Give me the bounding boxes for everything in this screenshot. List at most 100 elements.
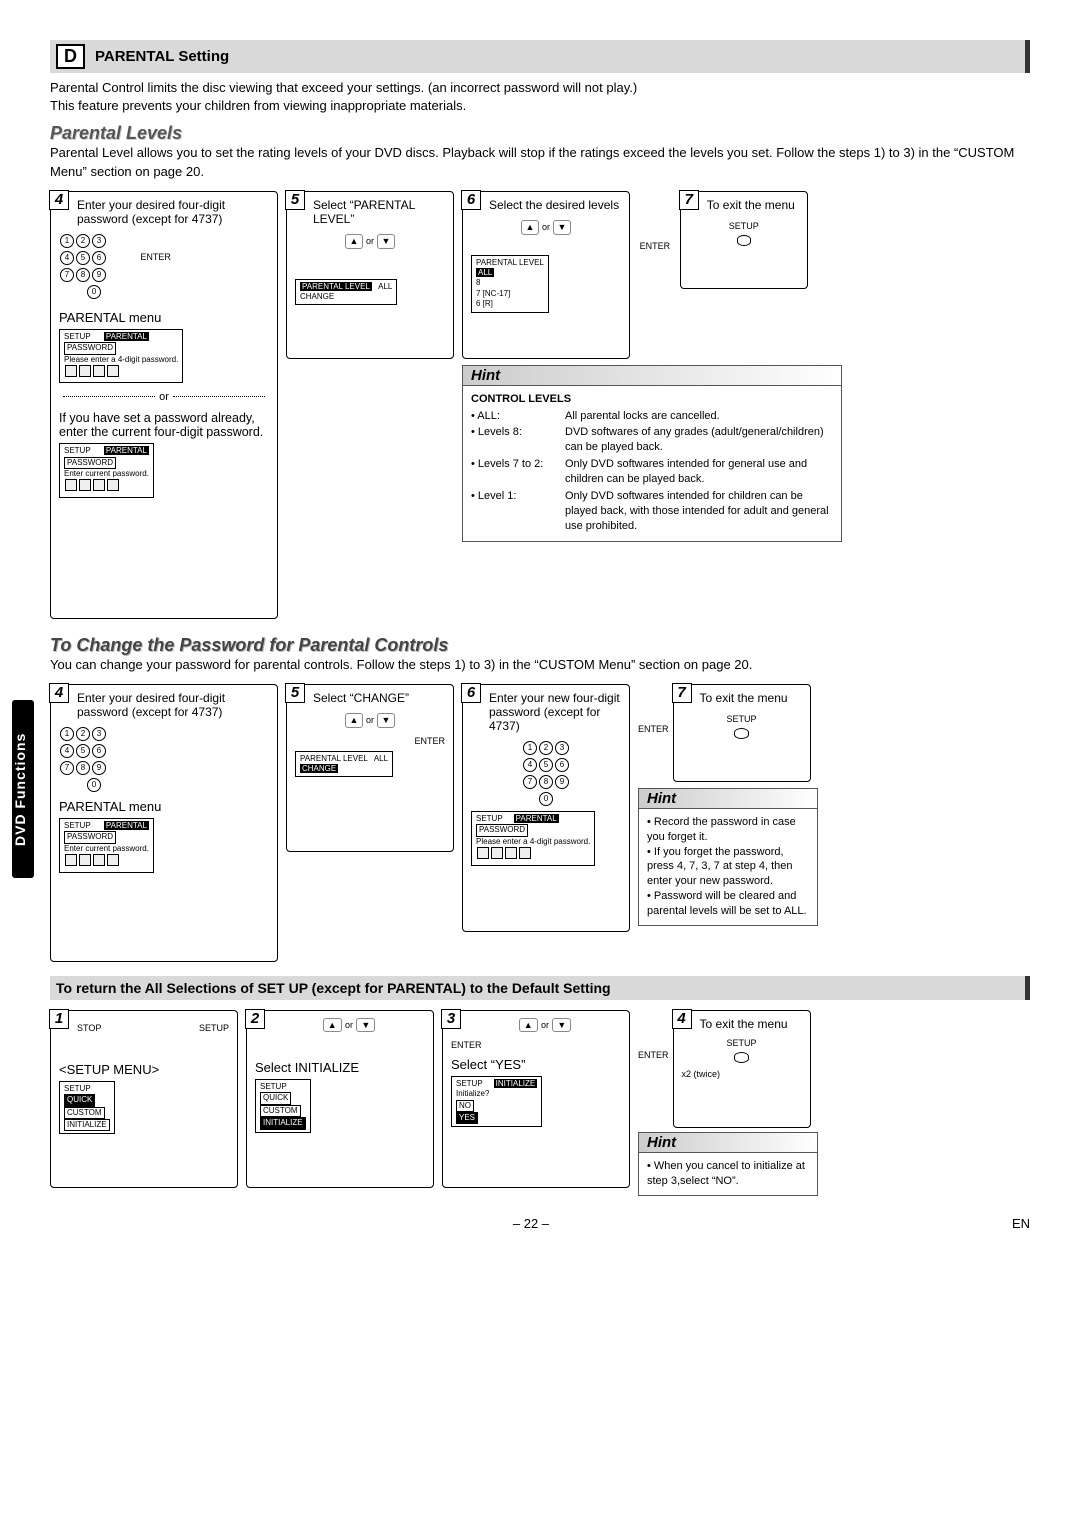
setup-label: SETUP	[729, 221, 759, 231]
reset-heading: To return the All Selections of SET UP (…	[50, 976, 1030, 1000]
step-number: 4	[49, 190, 69, 210]
osd-parental-level: PARENTAL LEVEL ALL CHANGE	[295, 279, 397, 306]
step-3-reset: 3 ▲ or ▼ ENTER Select “YES” SETUP INITIA…	[442, 1010, 630, 1188]
up-arrow-icon: ▲	[345, 713, 364, 728]
down-arrow-icon: ▼	[356, 1018, 375, 1032]
step-7-change: 7 To exit the menu SETUP	[673, 684, 811, 782]
down-arrow-icon: ▼	[377, 713, 396, 728]
parental-levels-body: Parental Level allows you to set the rat…	[50, 144, 1030, 180]
step-number: 7	[679, 190, 699, 210]
up-arrow-icon: ▲	[521, 220, 540, 235]
step-text: Select “PARENTAL LEVEL”	[313, 198, 445, 226]
step-text: Select “CHANGE”	[313, 691, 445, 705]
twice-label: x2 (twice)	[682, 1069, 802, 1080]
page-footer: – 22 – EN	[50, 1216, 1030, 1231]
step-text: Select INITIALIZE	[255, 1060, 425, 1075]
step-number: 4	[49, 683, 69, 703]
step-number: 6	[461, 190, 481, 210]
step-number: 4	[672, 1009, 692, 1029]
step-number: 3	[441, 1009, 461, 1029]
enter-label: ENTER	[640, 241, 671, 252]
hint-title-2: Hint	[638, 788, 818, 809]
step-1-reset: 1 STOP SETUP <SETUP MENU> SETUP QUICK CU…	[50, 1010, 238, 1188]
enter-label: ENTER	[638, 1050, 669, 1061]
osd-setup-menu-1: SETUP QUICK CUSTOM INITIALIZE	[59, 1081, 115, 1135]
step-6-change: 6 Enter your new four-digit password (ex…	[462, 684, 630, 932]
step-text: Enter your desired four-digit password (…	[77, 691, 269, 719]
hint-body-3: • When you cancel to initialize at step …	[638, 1153, 818, 1196]
up-arrow-icon: ▲	[323, 1018, 342, 1032]
page-lang: EN	[1012, 1216, 1030, 1231]
hint-title-3: Hint	[638, 1132, 818, 1153]
step-4-change: 4 Enter your desired four-digit password…	[50, 684, 278, 962]
enter-label: ENTER	[140, 252, 171, 262]
osd-change-pw-current: SETUP PARENTAL PASSWORD Enter current pa…	[59, 818, 154, 873]
step-text: To exit the menu	[707, 198, 799, 212]
step-2-reset: 2 ▲ or ▼ Select INITIALIZE SETUP QUICK C…	[246, 1010, 434, 1188]
osd-parental-password-1: SETUP PARENTAL PASSWORD Please enter a 4…	[59, 329, 183, 384]
step7-and-hint: ENTER 7 To exit the menu SETUP Hint • Re…	[638, 684, 818, 926]
step-number: 5	[285, 190, 305, 210]
osd-levels-list: PARENTAL LEVEL ALL 8 7 [NC-17] 6 [R]	[471, 255, 549, 313]
down-arrow-icon: ▼	[553, 220, 572, 235]
keypad-icon: 123 456 789 0	[471, 739, 621, 807]
step-number: 1	[49, 1009, 69, 1029]
parental-menu-label: PARENTAL menu	[59, 310, 269, 325]
setup-label: SETUP	[727, 1038, 757, 1048]
step-text: Select “YES”	[451, 1057, 621, 1072]
reset-steps: 1 STOP SETUP <SETUP MENU> SETUP QUICK CU…	[50, 1010, 1030, 1196]
step-text: To exit the menu	[700, 691, 802, 705]
arrow-or-row: ▲ or ▼	[295, 234, 445, 249]
step-text: Select the desired levels	[489, 198, 621, 212]
setup-button-icon	[734, 728, 748, 739]
hint-title-1: Hint	[462, 365, 842, 386]
osd-setup-menu-2: SETUP QUICK CUSTOM INITIALIZE	[255, 1079, 311, 1133]
section-letter: D	[56, 44, 85, 69]
keypad-icon: 123 456 ENTER 789 0	[59, 232, 269, 300]
step-number: 5	[285, 683, 305, 703]
change-password-heading: To Change the Password for Parental Cont…	[50, 635, 1030, 656]
step-number: 7	[672, 683, 692, 703]
step-6-parental: 6 Select the desired levels ▲ or ▼ PAREN…	[462, 191, 630, 359]
step4-alt-text: If you have set a password already, ente…	[59, 411, 269, 439]
keypad-icon: 123 456 789 0	[59, 725, 269, 793]
step-text: To exit the menu	[700, 1017, 802, 1031]
up-arrow-icon: ▲	[519, 1018, 538, 1032]
osd-change-select: PARENTAL LEVEL ALL CHANGE	[295, 751, 393, 778]
section-title: PARENTAL Setting	[95, 48, 229, 65]
change-password-steps: 4 Enter your desired four-digit password…	[50, 684, 1030, 962]
stop-label: STOP	[77, 1023, 101, 1033]
setup-button-icon	[734, 1052, 748, 1063]
setup-button-icon	[737, 235, 751, 246]
setup-label: SETUP	[199, 1023, 229, 1034]
step-5-change: 5 Select “CHANGE” ▲ or ▼ ENTER PARENTAL …	[286, 684, 454, 852]
intro-line1: Parental Control limits the disc viewing…	[50, 79, 1030, 97]
step-text: Enter your desired four-digit password (…	[77, 198, 269, 226]
osd-change-new: SETUP PARENTAL PASSWORD Please enter a 4…	[471, 811, 595, 866]
side-tab-dvd-functions: DVD Functions	[12, 700, 34, 878]
parental-levels-heading: Parental Levels	[50, 123, 1030, 144]
step-number: 2	[245, 1009, 265, 1029]
reset-step4-hint: ENTER 4 To exit the menu SETUP x2 (twice…	[638, 1010, 818, 1196]
hint-body-2: • Record the password in case you forget…	[638, 809, 818, 926]
enter-label: ENTER	[451, 1040, 621, 1051]
down-arrow-icon: ▼	[377, 234, 396, 249]
setup-label: SETUP	[727, 714, 757, 724]
parental-menu-label: PARENTAL menu	[59, 799, 269, 814]
step6-and-hint: 6 Select the desired levels ▲ or ▼ PAREN…	[462, 191, 842, 543]
hint-body-1: CONTROL LEVELS • ALL:All parental locks …	[462, 386, 842, 543]
down-arrow-icon: ▼	[552, 1018, 571, 1032]
osd-initialize: SETUP INITIALIZE Initialize? NO YES	[451, 1076, 542, 1128]
setup-menu-label: <SETUP MENU>	[59, 1062, 229, 1077]
enter-label: ENTER	[295, 736, 445, 747]
enter-label: ENTER	[638, 724, 669, 735]
or-divider: or	[159, 391, 169, 403]
change-password-body: You can change your password for parenta…	[50, 656, 1030, 674]
step-7-parental: 7 To exit the menu SETUP	[680, 191, 808, 289]
step-4-parental: 4 Enter your desired four-digit password…	[50, 191, 278, 619]
parental-levels-steps: 4 Enter your desired four-digit password…	[50, 191, 1030, 619]
step-text: Enter your new four-digit password (exce…	[489, 691, 621, 733]
intro-line2: This feature prevents your children from…	[50, 97, 1030, 115]
osd-parental-password-2: SETUP PARENTAL PASSWORD Enter current pa…	[59, 443, 154, 498]
step-5-parental: 5 Select “PARENTAL LEVEL” ▲ or ▼ PARENTA…	[286, 191, 454, 359]
